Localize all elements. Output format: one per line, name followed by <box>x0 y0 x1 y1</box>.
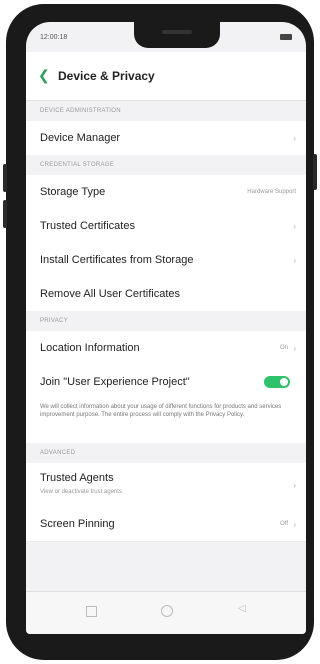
chevron-right-icon: › <box>293 520 296 529</box>
page-title: Device & Privacy <box>58 69 155 83</box>
phone-frame: 12:00:18 ❮ Device & Privacy DEVICE ADMIN… <box>3 4 317 660</box>
row-label: Storage Type <box>40 186 106 198</box>
row-value: Off <box>280 521 288 527</box>
volume-up-button <box>3 164 7 192</box>
row-label: Trusted Agents <box>40 472 114 484</box>
row-install-certificates[interactable]: Install Certificates from Storage › <box>26 243 306 278</box>
row-label: Device Manager <box>40 132 121 144</box>
section-privacy: PRIVACY <box>26 311 306 331</box>
row-location-information[interactable]: Location Information On › <box>26 331 306 366</box>
row-device-manager[interactable]: Device Manager › <box>26 121 306 156</box>
battery-icon <box>280 34 292 40</box>
section-credential-storage: CREDENTIAL STORAGE <box>26 155 306 175</box>
row-value: On <box>279 345 288 351</box>
section-advanced: ADVANCED <box>26 443 306 463</box>
privacy-description-block: We will collect information about your u… <box>26 399 306 444</box>
chevron-right-icon: › <box>293 222 296 231</box>
row-trusted-agents[interactable]: Trusted Agents View or deactivate trust … <box>26 463 306 508</box>
power-button <box>313 154 317 190</box>
chevron-right-icon: › <box>293 481 296 490</box>
privacy-description: We will collect information about your u… <box>40 404 282 418</box>
status-time: 12:00:18 <box>40 34 68 41</box>
row-sublabel: View or deactivate trust agents <box>40 489 122 495</box>
back-icon[interactable]: ❮ <box>38 66 50 84</box>
row-remove-certificates[interactable]: Remove All User Certificates <box>26 277 306 312</box>
row-label: Install Certificates from Storage <box>40 254 194 266</box>
row-value: Hardware Support <box>247 189 296 195</box>
section-label: PRIVACY <box>40 318 68 324</box>
row-trusted-certificates[interactable]: Trusted Certificates › <box>26 209 306 244</box>
section-device-admin: DEVICE ADMINISTRATION <box>26 101 306 121</box>
toggle-knob <box>280 378 288 386</box>
section-label: CREDENTIAL STORAGE <box>40 162 115 168</box>
recents-icon[interactable] <box>86 606 97 617</box>
volume-down-button <box>3 200 7 228</box>
app-header: ❮ Device & Privacy <box>26 52 306 101</box>
row-screen-pinning[interactable]: Screen Pinning Off › <box>26 507 306 542</box>
row-label: Trusted Certificates <box>40 220 135 232</box>
row-label: Location Information <box>40 342 140 354</box>
row-join-experience: Join "User Experience Project" <box>26 365 306 399</box>
experience-toggle[interactable] <box>264 376 290 388</box>
row-label: Remove All User Certificates <box>40 288 180 300</box>
chevron-right-icon: › <box>293 256 296 265</box>
row-label: Screen Pinning <box>40 518 115 530</box>
earpiece <box>162 30 192 34</box>
chevron-right-icon: › <box>293 344 296 353</box>
row-storage-type[interactable]: Storage Type Hardware Support <box>26 175 306 210</box>
screen: 12:00:18 ❮ Device & Privacy DEVICE ADMIN… <box>26 22 306 634</box>
back-nav-icon[interactable]: ◁ <box>238 603 246 614</box>
row-label: Join "User Experience Project" <box>40 376 190 388</box>
section-label: ADVANCED <box>40 450 76 456</box>
notch <box>134 22 220 48</box>
system-navbar: ◁ <box>26 591 306 634</box>
home-icon[interactable] <box>161 605 173 617</box>
section-label: DEVICE ADMINISTRATION <box>40 108 121 114</box>
chevron-right-icon: › <box>293 134 296 143</box>
